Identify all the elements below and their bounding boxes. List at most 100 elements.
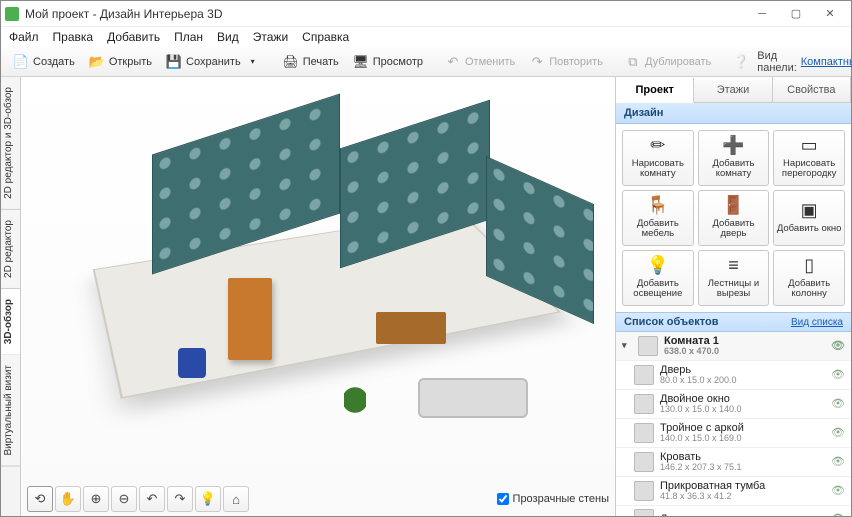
panel-mode-label: Вид панели: xyxy=(757,50,797,74)
object-row-4[interactable]: Прикроватная тумба41.8 x 36.3 x 41.2👁 xyxy=(616,477,851,506)
object-dim: 146.2 x 207.3 x 75.1 xyxy=(660,463,825,473)
design-button-icon: ≡ xyxy=(728,256,739,276)
duplicate-icon: ⧉ xyxy=(625,54,641,70)
visibility-icon[interactable]: 👁 xyxy=(831,512,845,516)
furniture-sofa xyxy=(418,378,528,418)
design-button-label: Добавить освещение xyxy=(625,279,691,300)
transparent-walls-checkbox[interactable]: Прозрачные стены xyxy=(497,493,609,505)
create-button[interactable]: 📄Создать xyxy=(7,52,81,72)
menu-help[interactable]: Справка xyxy=(302,30,349,44)
object-row-1[interactable]: Двойное окно130.0 x 15.0 x 140.0👁 xyxy=(616,390,851,419)
tab-floors[interactable]: Этажи xyxy=(694,77,772,102)
zoom-in-icon[interactable]: ⊕ xyxy=(83,486,109,512)
sidetab-2d[interactable]: 2D редактор xyxy=(1,210,20,289)
help-button[interactable]: ❔ xyxy=(727,52,755,72)
design-button-label: Добавить дверь xyxy=(701,219,767,240)
viewport-3d[interactable]: ⟲ ✋ ⊕ ⊖ ↶ ↷ 💡 ⌂ Прозрачные стены xyxy=(21,77,615,516)
panel-tabs: Проект Этажи Свойства xyxy=(616,77,851,103)
object-row-5[interactable]: Диван еврокнижка👁 xyxy=(616,506,851,516)
side-tabs: 2D редактор и 3D-обзор 2D редактор 3D-об… xyxy=(1,77,21,516)
object-thumb xyxy=(634,394,654,414)
design-button-label: Добавить колонну xyxy=(776,279,842,300)
design-button-icon: 💡 xyxy=(647,256,669,276)
design-button-icon: ▭ xyxy=(801,136,818,156)
menubar: Файл Правка Добавить План Вид Этажи Спра… xyxy=(1,27,851,47)
view-list-link[interactable]: Вид списка xyxy=(791,317,843,328)
visibility-icon[interactable]: 👁 xyxy=(831,397,845,410)
maximize-button[interactable]: ▢ xyxy=(779,4,813,24)
toolbar: 📄Создать 📂Открыть 💾Сохранить▾ 🖨Печать 🖥П… xyxy=(1,47,851,77)
visibility-icon[interactable]: 👁 xyxy=(831,484,845,497)
close-button[interactable]: ✕ xyxy=(813,4,847,24)
menu-view[interactable]: Вид xyxy=(217,30,239,44)
furniture-table xyxy=(376,312,446,344)
design-button-label: Лестницы и вырезы xyxy=(701,279,767,300)
sidetab-2d-3d[interactable]: 2D редактор и 3D-обзор xyxy=(1,77,20,210)
visibility-icon[interactable]: 👁 xyxy=(831,455,845,468)
object-thumb xyxy=(634,509,654,516)
zoom-out-icon[interactable]: ⊖ xyxy=(111,486,137,512)
tab-properties[interactable]: Свойства xyxy=(773,77,851,102)
menu-edit[interactable]: Правка xyxy=(53,30,94,44)
light-icon[interactable]: 💡 xyxy=(195,486,221,512)
rotate-left-icon[interactable]: ↶ xyxy=(139,486,165,512)
chevron-down-icon: ▾ xyxy=(245,54,261,70)
room-model xyxy=(108,130,528,430)
design-button-grid: ✏Нарисовать комнату➕Добавить комнату▭Нар… xyxy=(616,124,851,312)
right-panel: Проект Этажи Свойства Дизайн ✏Нарисовать… xyxy=(615,77,851,516)
furniture-plant xyxy=(344,382,366,418)
design-button-5[interactable]: ▣Добавить окно xyxy=(773,190,845,246)
print-icon: 🖨 xyxy=(283,54,299,70)
design-button-6[interactable]: 💡 Добавить освещение xyxy=(622,250,694,306)
view-360-icon[interactable]: ⟲ xyxy=(27,486,53,512)
visibility-icon[interactable]: 👁 xyxy=(831,426,845,439)
panel-mode-link[interactable]: Компактный xyxy=(801,56,852,68)
open-button[interactable]: 📂Открыть xyxy=(83,52,158,72)
design-button-icon: ▯ xyxy=(804,256,814,276)
transparent-walls-input[interactable] xyxy=(497,493,509,505)
view-pan-icon[interactable]: ✋ xyxy=(55,486,81,512)
object-row-0[interactable]: Дверь80.0 x 15.0 x 200.0👁 xyxy=(616,361,851,390)
undo-button[interactable]: ↶Отменить xyxy=(439,52,521,72)
object-row-3[interactable]: Кровать146.2 x 207.3 x 75.1👁 xyxy=(616,448,851,477)
tree-toggle-icon[interactable]: ▾ xyxy=(622,340,632,351)
visibility-icon[interactable]: 👁 xyxy=(831,368,845,381)
rotate-right-icon[interactable]: ↷ xyxy=(167,486,193,512)
tab-project[interactable]: Проект xyxy=(616,78,694,103)
file-new-icon: 📄 xyxy=(13,54,29,70)
preview-button[interactable]: 🖥Просмотр xyxy=(347,52,429,72)
design-button-3[interactable]: 🪑Добавить мебель xyxy=(622,190,694,246)
objects-title: Список объектов xyxy=(624,316,718,328)
menu-floors[interactable]: Этажи xyxy=(253,30,288,44)
object-root[interactable]: ▾Комната 1638.0 x 470.0👁 xyxy=(616,332,851,361)
app-icon xyxy=(5,7,19,21)
design-button-label: Нарисовать комнату xyxy=(625,159,691,180)
scene-3d[interactable] xyxy=(21,77,615,482)
redo-button[interactable]: ↷Повторить xyxy=(523,52,609,72)
visibility-icon[interactable]: 👁 xyxy=(831,339,845,352)
design-button-1[interactable]: ➕Добавить комнату xyxy=(698,130,770,186)
home-icon[interactable]: ⌂ xyxy=(223,486,249,512)
design-button-4[interactable]: 🚪Добавить дверь xyxy=(698,190,770,246)
duplicate-button[interactable]: ⧉Дублировать xyxy=(619,52,717,72)
design-button-icon: 🪑 xyxy=(647,196,669,216)
objects-list[interactable]: ▾Комната 1638.0 x 470.0👁Дверь80.0 x 15.0… xyxy=(616,332,851,516)
design-button-2[interactable]: ▭Нарисовать перегородку xyxy=(773,130,845,186)
minimize-button[interactable]: ─ xyxy=(745,4,779,24)
menu-file[interactable]: Файл xyxy=(9,30,39,44)
object-thumb xyxy=(634,365,654,385)
object-row-2[interactable]: Тройное с аркой140.0 x 15.0 x 169.0👁 xyxy=(616,419,851,448)
objects-section-header: Список объектов Вид списка xyxy=(616,312,851,332)
design-button-0[interactable]: ✏Нарисовать комнату xyxy=(622,130,694,186)
menu-add[interactable]: Добавить xyxy=(107,30,160,44)
menu-plan[interactable]: План xyxy=(174,30,203,44)
sidetab-3d[interactable]: 3D-обзор xyxy=(1,289,20,355)
print-button[interactable]: 🖨Печать xyxy=(277,52,345,72)
design-button-label: Добавить комнату xyxy=(701,159,767,180)
design-button-7[interactable]: ≡ Лестницы и вырезы xyxy=(698,250,770,306)
design-button-8[interactable]: ▯ Добавить колонну xyxy=(773,250,845,306)
sidetab-virtual[interactable]: Виртуальный визит xyxy=(1,355,20,467)
object-dim: 638.0 x 470.0 xyxy=(664,347,825,357)
save-button[interactable]: 💾Сохранить▾ xyxy=(160,52,267,72)
object-thumb xyxy=(634,481,654,501)
